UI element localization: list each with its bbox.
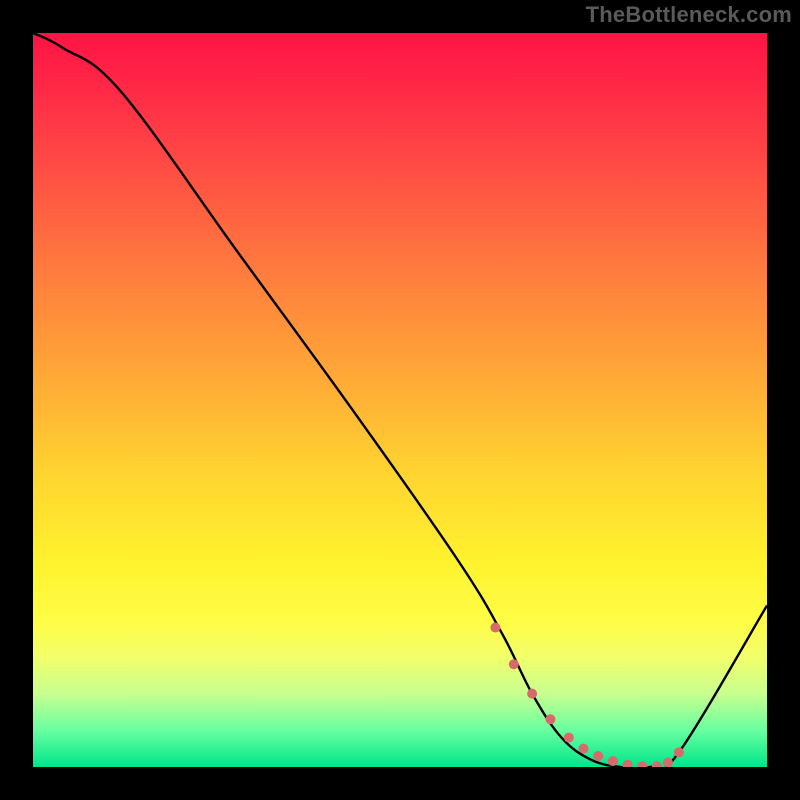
plot-area xyxy=(33,33,767,767)
chart-frame: TheBottleneck.com xyxy=(0,0,800,800)
watermark-text: TheBottleneck.com xyxy=(586,2,792,28)
gradient-background xyxy=(33,33,767,767)
